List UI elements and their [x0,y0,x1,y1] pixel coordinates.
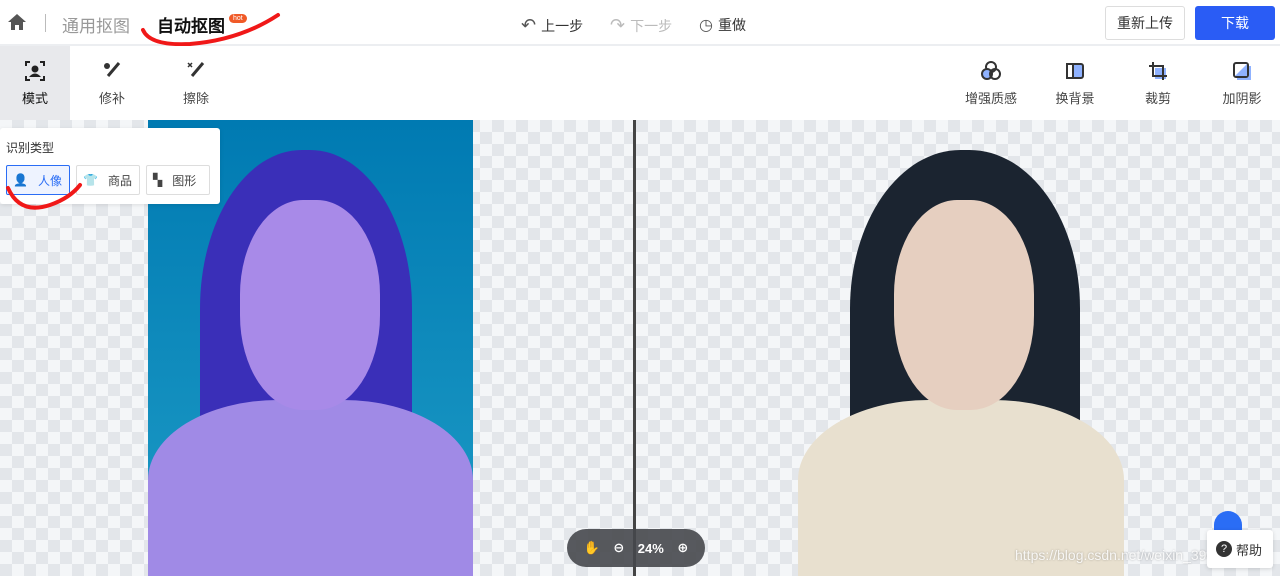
tool-label: 修补 [98,91,125,106]
tab-auto-cutout[interactable]: 自动抠图 [157,12,225,37]
zoom-controls: ✋ ⊖ 24% ⊕ [567,529,705,567]
tool-label: 擦除 [182,91,209,106]
undo-label: 上一步 [541,17,584,34]
enhance-icon [981,61,1001,80]
tool-label: 换背景 [1055,91,1095,106]
tool-erase[interactable]: 擦除 [161,46,231,120]
reset-label: 重做 [717,17,746,33]
question-icon: ? [1216,541,1232,557]
tool-label: 裁剪 [1144,91,1171,106]
zoom-level: 24% [637,540,664,556]
hot-badge: hot [229,14,247,23]
redo-label: 下一步 [630,17,673,34]
hand-pan-icon[interactable]: ✋ [584,540,600,556]
crop-icon [1149,62,1167,80]
tool-label: 模式 [21,91,48,106]
zoom-out-icon[interactable]: ⊖ [613,540,624,556]
tool-change-background[interactable]: 换背景 [1040,46,1110,120]
tool-enhance[interactable]: 增强质感 [956,46,1026,120]
brush-icon [104,62,121,77]
tool-shadow[interactable]: 加阴影 [1207,46,1277,120]
reset-button[interactable]: ◷ 重做 [699,15,746,35]
type-label: 商品 [107,173,132,188]
tool-repair[interactable]: 修补 [77,46,147,120]
tool-mode[interactable]: 模式 [0,46,70,120]
help-label: 帮助 [1236,542,1263,558]
cutout-result-photo [798,120,1124,576]
history-icon: ◷ [699,17,713,34]
tool-crop[interactable]: 裁剪 [1123,46,1193,120]
eraser-brush-icon [187,62,205,77]
compare-divider[interactable] [633,120,636,576]
home-icon[interactable] [7,13,27,31]
undo-icon: ↶ [521,15,537,35]
download-button[interactable]: 下载 [1195,6,1275,40]
panel-title: 识别类型 [6,141,55,155]
help-button[interactable]: ? 帮助 [1207,530,1273,568]
red-annotation-stroke [6,183,82,210]
divider [45,14,46,32]
redo-button[interactable]: ↷ 下一步 [610,15,672,36]
shadow-icon [1233,62,1251,80]
background-icon [1066,63,1084,79]
reupload-button[interactable]: 重新上传 [1105,6,1185,40]
tool-label: 增强质感 [964,91,1017,106]
redo-icon: ↷ [610,15,626,35]
tab-general-cutout[interactable]: 通用抠图 [62,12,130,37]
zoom-in-icon[interactable]: ⊕ [677,540,688,556]
tool-bar: 模式 修补 擦除 增强质感 换背景 裁剪 加阴影 [0,46,1280,120]
shapes-icon: ▚ [153,173,163,187]
undo-button[interactable]: ↶ 上一步 [521,15,583,36]
type-graphic[interactable]: ▚ 图形 [146,165,210,195]
top-bar: 通用抠图 自动抠图 hot ↶ 上一步 ↷ 下一步 ◷ 重做 重新上传 下载 [0,0,1280,47]
tool-label: 加阴影 [1222,91,1262,106]
type-label: 图形 [172,173,197,188]
portrait-frame-icon [25,61,45,81]
